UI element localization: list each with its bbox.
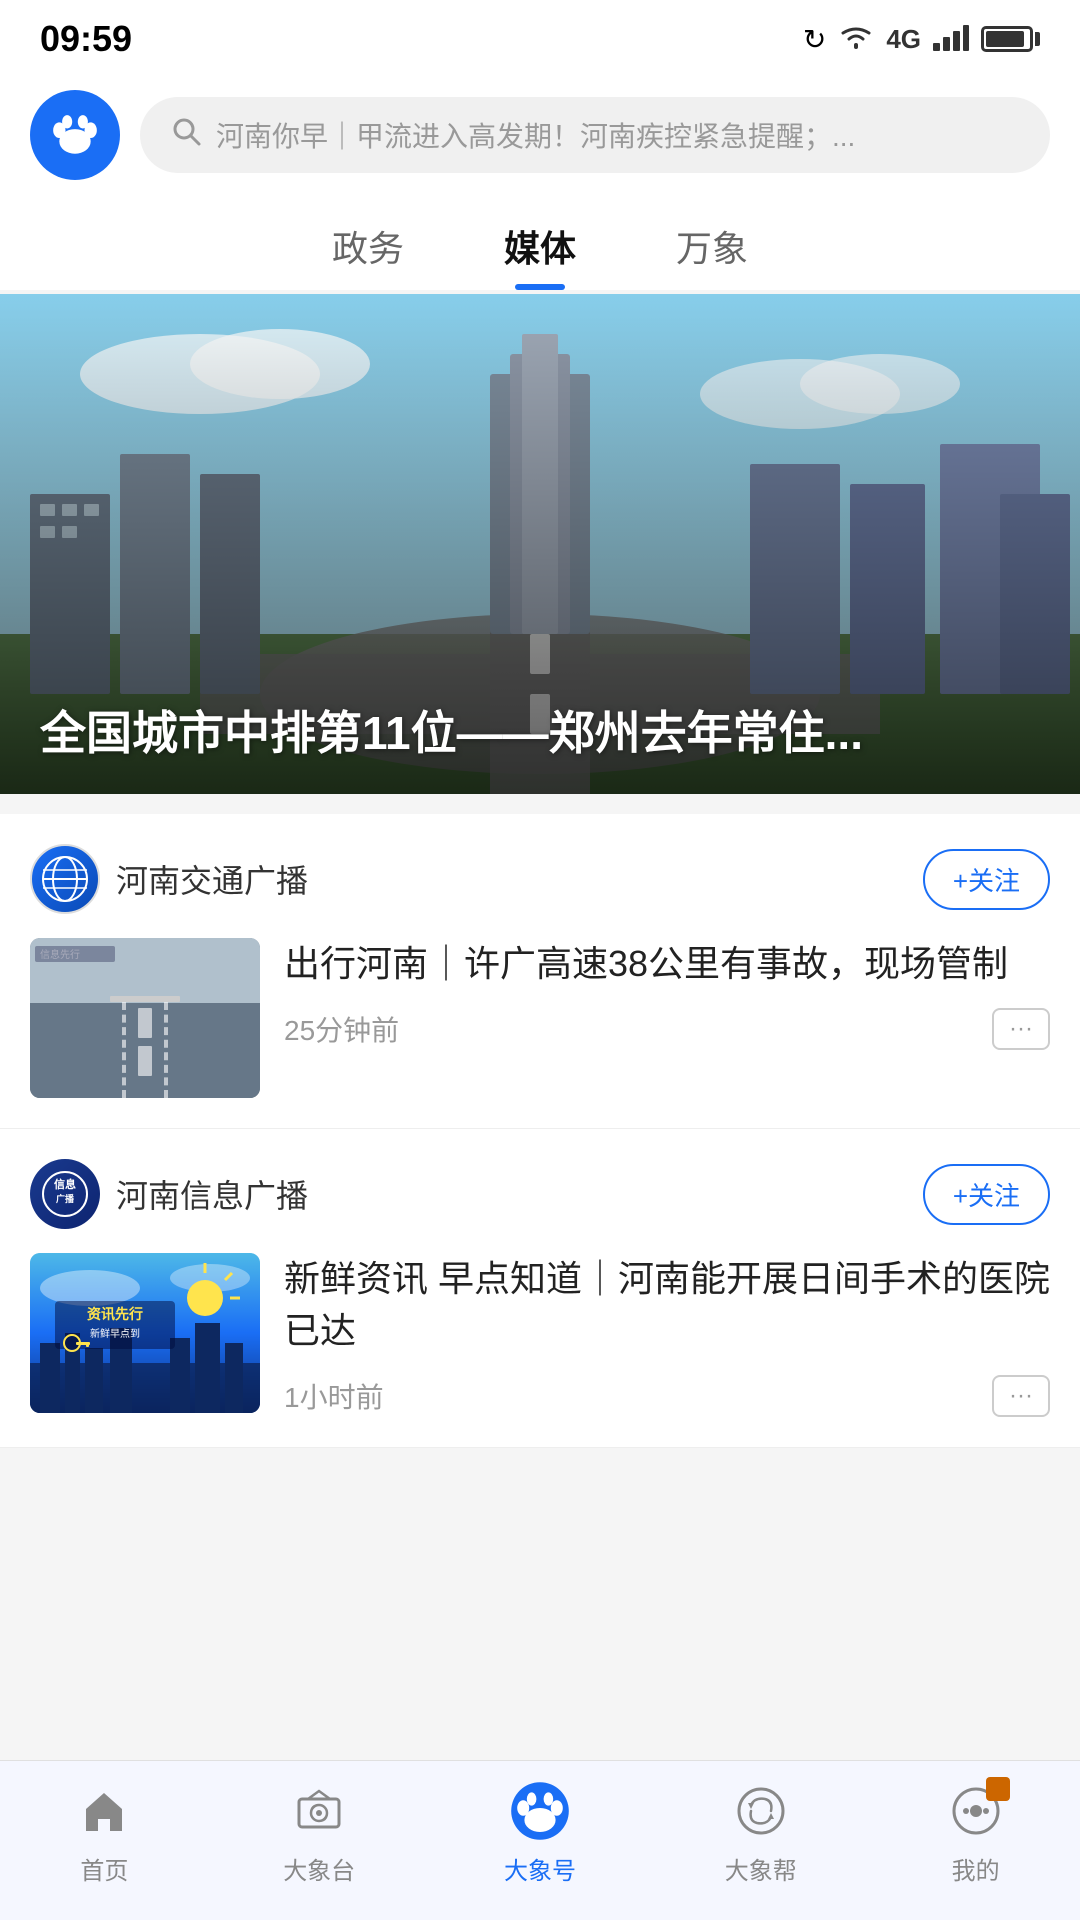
paw-nav-icon [510,1781,570,1841]
svg-text:信息: 信息 [54,1177,76,1191]
traffic-radio-icon [39,853,91,905]
news-time-1: 25分钟前 [284,1009,399,1049]
news-item[interactable]: 河南交通广播 +关注 [0,814,1080,1129]
status-time: 09:59 [40,18,132,60]
thumb-info-scene: 资讯先行 新鲜早点到 [30,1253,260,1413]
status-bar: 09:59 ↻ 4G [0,0,1080,70]
more-btn-1[interactable]: ··· [992,1008,1050,1050]
nav-mine[interactable]: 我的 [946,1781,1006,1886]
news-source-row: 河南交通广播 +关注 [30,844,1050,914]
nav-daxianghao[interactable]: 大象号 [504,1781,576,1886]
nav-daxiangtai-label: 大象台 [283,1851,355,1886]
svg-text:新鲜早点到: 新鲜早点到 [90,1327,140,1340]
nav-daxiangbang-label: 大象帮 [725,1851,797,1886]
search-placeholder: 河南你早｜甲流进入高发期！河南疾控紧急提醒；... [216,115,855,155]
nav-mine-label: 我的 [952,1851,1000,1886]
paw-logo-icon [47,105,103,166]
help-icon [731,1781,791,1841]
follow-btn-1[interactable]: +关注 [923,849,1050,910]
source-name-1: 河南交通广播 [116,856,308,902]
tab-meiti[interactable]: 媒体 [504,220,576,290]
news-meta-row-1: 25分钟前 ··· [284,1008,1050,1050]
source-name-2: 河南信息广播 [116,1171,308,1217]
news-source-left-2: 信息 广播 河南信息广播 [30,1159,308,1229]
source-avatar-info: 信息 广播 [30,1159,100,1229]
news-source-left: 河南交通广播 [30,844,308,914]
news-text-block-1: 出行河南｜许广高速38公里有事故，现场管制 25分钟前 ··· [284,938,1050,1050]
home-icon [74,1781,134,1841]
more-btn-2[interactable]: ··· [992,1375,1050,1417]
thumb-road-scene: 信息先行 [30,938,260,1098]
svg-text:广播: 广播 [56,1193,75,1204]
notification-badge [986,1777,1010,1801]
news-title-2: 新鲜资讯 早点知道｜河南能开展日间手术的医院已达 [284,1253,1050,1357]
news-item-2[interactable]: 信息 广播 河南信息广播 +关注 [0,1129,1080,1448]
bottom-nav: 首页 大象台 [0,1760,1080,1920]
follow-btn-2[interactable]: +关注 [923,1164,1050,1225]
news-content-row: 信息先行 出行河南｜许广高速38公里有事故，现场管制 25分钟前 ··· [30,938,1050,1128]
tab-zhengwu[interactable]: 政务 [332,220,404,290]
news-time-2: 1小时前 [284,1376,384,1416]
news-content-row-2: 资讯先行 新鲜早点到 新鲜资讯 早点知道｜河南能开展日间手术的医院已达 1小时前… [30,1253,1050,1447]
search-bar[interactable]: 河南你早｜甲流进入高发期！河南疾控紧急提醒；... [140,97,1050,173]
status-icons: ↻ 4G [803,23,1040,56]
tab-bar: 政务 媒体 万象 [0,200,1080,290]
tv-icon [289,1781,349,1841]
news-thumb-2: 资讯先行 新鲜早点到 [30,1253,260,1413]
profile-icon [946,1781,1006,1841]
source-avatar-traffic [30,844,100,914]
wifi-icon [838,23,874,56]
tab-wanxiang[interactable]: 万象 [676,220,748,290]
news-title-1: 出行河南｜许广高速38公里有事故，现场管制 [284,938,1050,990]
signal-icon [933,23,969,56]
nav-home[interactable]: 首页 [74,1781,134,1886]
road-scene-svg: 信息先行 [30,938,260,1098]
nav-daxiangbang[interactable]: 大象帮 [725,1781,797,1886]
header: 河南你早｜甲流进入高发期！河南疾控紧急提醒；... [0,70,1080,200]
nav-daxianghao-label: 大象号 [504,1851,576,1886]
news-meta-row-2: 1小时前 ··· [284,1375,1050,1417]
svg-text:资讯先行: 资讯先行 [87,1306,143,1322]
nav-daxiangtai[interactable]: 大象台 [283,1781,355,1886]
hero-caption: 全国城市中排第11位——郑州去年常住... [40,704,1040,764]
sync-icon: ↻ [803,23,826,56]
battery-icon [981,26,1040,52]
news-thumb-1: 信息先行 [30,938,260,1098]
news-text-block-2: 新鲜资讯 早点知道｜河南能开展日间手术的医院已达 1小时前 ··· [284,1253,1050,1417]
news-section: 河南交通广播 +关注 [0,814,1080,1448]
info-scene-svg: 资讯先行 新鲜早点到 [30,1253,260,1413]
app-logo[interactable] [30,90,120,180]
hero-caption-text: 全国城市中排第11位——郑州去年常住... [40,707,863,759]
nav-home-label: 首页 [80,1851,128,1886]
4g-icon: 4G [886,24,921,55]
info-radio-icon: 信息 广播 [39,1168,91,1220]
news-source-row-2: 信息 广播 河南信息广播 +关注 [30,1159,1050,1229]
hero-banner[interactable]: 全国城市中排第11位——郑州去年常住... [0,294,1080,794]
search-icon [170,115,202,155]
